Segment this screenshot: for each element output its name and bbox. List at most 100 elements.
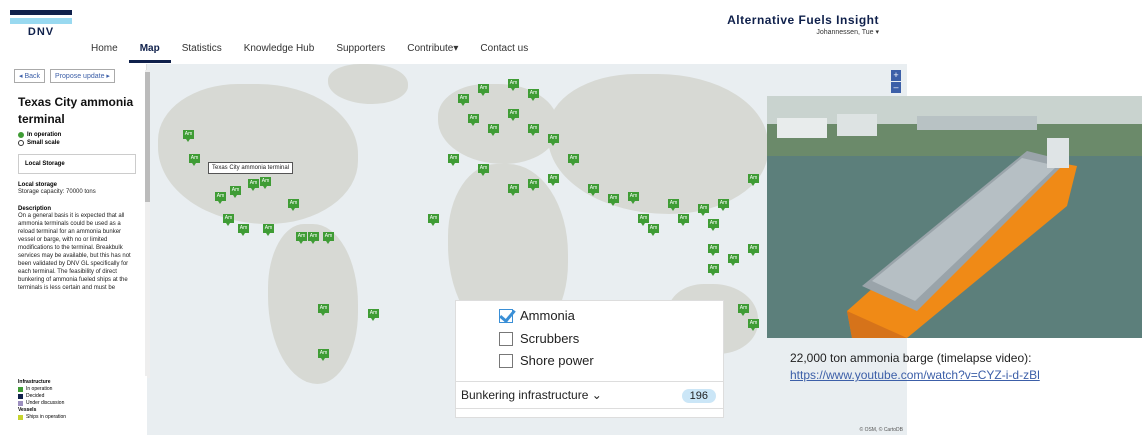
legend-ships-in-operation: Ships in operation — [18, 414, 137, 421]
ammonia-pin-icon[interactable]: Am — [183, 130, 194, 142]
ammonia-pin-icon[interactable]: Am — [718, 199, 729, 211]
ammonia-pin-icon[interactable]: Am — [323, 232, 334, 244]
brand-title: Alternative Fuels Insight — [727, 13, 879, 27]
ammonia-pin-icon[interactable]: Am — [458, 94, 469, 106]
propose-update-button[interactable]: Propose update ▸ — [50, 69, 115, 83]
ammonia-pin-icon[interactable]: Am — [318, 304, 329, 316]
ammonia-pin-icon[interactable]: Am — [608, 194, 619, 206]
ammonia-pin-icon[interactable]: Am — [728, 254, 739, 266]
zoom-in-button[interactable]: + — [891, 70, 901, 81]
ammonia-pin-icon[interactable]: Am — [238, 224, 249, 236]
greenland-landmass — [328, 64, 408, 104]
nav-statistics[interactable]: Statistics — [171, 43, 233, 63]
ammonia-barge-photo — [767, 96, 1142, 338]
ammonia-pin-icon[interactable]: Am — [478, 164, 489, 176]
ammonia-pin-icon[interactable]: Am — [448, 154, 459, 166]
detail-sidebar: ◂ Back Propose update ▸ Texas City ammon… — [8, 64, 147, 382]
back-button[interactable]: ◂ Back — [14, 69, 46, 83]
nav-map[interactable]: Map — [128, 43, 171, 63]
north-america-landmass — [158, 84, 358, 224]
main-nav: Home Map Statistics Knowledge Hub Suppor… — [80, 43, 539, 63]
ammonia-pin-icon[interactable]: Am — [428, 214, 439, 226]
logo-bar — [10, 10, 72, 15]
sidebar-buttons: ◂ Back Propose update ▸ — [8, 64, 146, 88]
ammonia-pin-icon[interactable]: Am — [488, 124, 499, 136]
checkbox-icon[interactable] — [499, 353, 513, 368]
legend-under-discussion: Under discussion — [18, 400, 137, 407]
ammonia-pin-icon[interactable]: Am — [215, 192, 226, 204]
ammonia-pin-icon[interactable]: Am — [528, 179, 539, 191]
nav-contact-us[interactable]: Contact us — [469, 43, 539, 63]
ammonia-pin-icon[interactable]: Am — [738, 304, 749, 316]
logo-text: DNV — [27, 26, 55, 38]
ammonia-pin-icon[interactable]: Am — [318, 349, 329, 361]
filter-panel: Ammonia Scrubbers Shore power Bunkering … — [455, 300, 724, 418]
nav-home[interactable]: Home — [80, 43, 129, 63]
ammonia-pin-icon[interactable]: Am — [748, 244, 759, 256]
legend-in-operation: In operation — [18, 386, 137, 393]
ammonia-pin-icon[interactable]: Am — [548, 134, 559, 146]
ammonia-pin-icon[interactable]: Am — [648, 224, 659, 236]
ammonia-pin-icon[interactable]: Am — [708, 219, 719, 231]
filter-shore-power[interactable]: Shore power — [499, 353, 594, 368]
ammonia-pin-icon[interactable]: Am — [698, 204, 709, 216]
ammonia-pin-icon[interactable]: Am — [260, 177, 271, 189]
video-link[interactable]: https://www.youtube.com/watch?v=CYZ-i-d-… — [790, 367, 1130, 384]
checkbox-checked-icon[interactable] — [499, 308, 513, 323]
ammonia-pin-icon[interactable]: Am — [508, 184, 519, 196]
ammonia-pin-icon[interactable]: Am — [468, 114, 479, 126]
local-storage-box[interactable]: Local Storage — [18, 154, 136, 174]
ammonia-pin-icon[interactable]: Am — [548, 174, 559, 186]
nav-knowledge-hub[interactable]: Knowledge Hub — [233, 43, 326, 63]
ammonia-pin-icon[interactable]: Am — [223, 214, 234, 226]
filter-ammonia[interactable]: Ammonia — [499, 308, 575, 323]
ammonia-pin-icon[interactable]: Am — [638, 214, 649, 226]
ammonia-pin-icon[interactable]: Am — [568, 154, 579, 166]
ammonia-pin-icon[interactable]: Am — [368, 309, 379, 321]
legend-swatch — [18, 401, 23, 406]
checkbox-icon[interactable] — [499, 331, 513, 346]
status-dot-icon — [18, 132, 24, 138]
map-legend: Infrastructure In operation Decided Unde… — [8, 376, 147, 435]
ammonia-pin-icon[interactable]: Am — [628, 192, 639, 204]
status-label: In operation — [27, 132, 62, 138]
ammonia-pin-icon[interactable]: Am — [528, 89, 539, 101]
dnv-logo[interactable]: DNV — [10, 8, 72, 38]
ammonia-pin-icon[interactable]: Am — [189, 154, 200, 166]
ammonia-pin-icon[interactable]: Am — [230, 186, 241, 198]
ammonia-pin-icon[interactable]: Am — [288, 199, 299, 211]
nav-supporters[interactable]: Supporters — [325, 43, 396, 63]
user-menu[interactable]: Johannessen, Tue ▾ — [816, 28, 879, 36]
legend-swatch — [18, 394, 23, 399]
ammonia-pin-icon[interactable]: Am — [678, 214, 689, 226]
filter-scrubbers[interactable]: Scrubbers — [499, 331, 579, 346]
status-label: Small scale — [27, 140, 60, 146]
ammonia-pin-icon[interactable]: Am — [708, 264, 719, 276]
sidebar-scrollbar[interactable] — [145, 70, 150, 378]
ammonia-pin-icon[interactable]: Am — [508, 109, 519, 121]
ammonia-pin-icon[interactable]: Am — [708, 244, 719, 256]
ammonia-pin-icon[interactable]: Am — [508, 79, 519, 91]
ammonia-pin-icon[interactable]: Am — [263, 224, 274, 236]
ammonia-pin-icon[interactable]: Am — [748, 319, 759, 331]
zoom-out-button[interactable]: – — [891, 82, 901, 93]
caption-text: 22,000 ton ammonia barge (timelapse vide… — [790, 351, 1032, 365]
ammonia-pin-icon[interactable]: Am — [478, 84, 489, 96]
photo-caption: 22,000 ton ammonia barge (timelapse vide… — [790, 350, 1130, 384]
map-tooltip: Texas City ammonia terminal — [208, 162, 294, 174]
ammonia-pin-icon[interactable]: Am — [748, 174, 759, 186]
legend-infrastructure-title: Infrastructure — [18, 379, 51, 385]
ammonia-pin-icon[interactable]: Am — [296, 232, 307, 244]
nav-contribute[interactable]: Contribute▾ — [396, 43, 469, 63]
bunkering-dropdown[interactable]: Bunkering infrastructure ⌄ 196 — [456, 381, 723, 409]
scrollbar-thumb[interactable] — [145, 72, 150, 202]
ammonia-pin-icon[interactable]: Am — [308, 232, 319, 244]
logo-bar — [10, 18, 72, 24]
ammonia-pin-icon[interactable]: Am — [668, 199, 679, 211]
ammonia-pin-icon[interactable]: Am — [588, 184, 599, 196]
ammonia-pin-icon[interactable]: Am — [248, 179, 259, 191]
filter-label: Scrubbers — [520, 331, 580, 346]
storage-capacity: Storage capacity: 70000 tons — [18, 189, 96, 195]
description-text: On a general basis it is expected that a… — [18, 213, 131, 291]
ammonia-pin-icon[interactable]: Am — [528, 124, 539, 136]
